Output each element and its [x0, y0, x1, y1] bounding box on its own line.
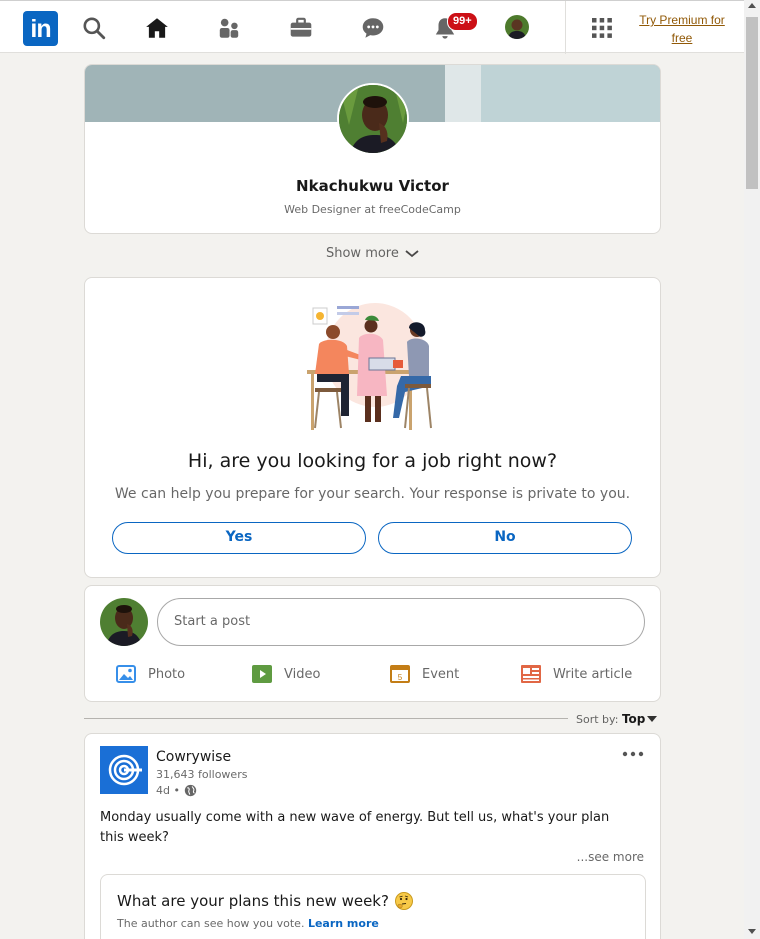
- share-box: Start a post Photo Video 5 Event Write a…: [84, 585, 661, 702]
- sort-caret-down-icon[interactable]: [647, 716, 657, 722]
- messaging-icon[interactable]: [360, 15, 386, 41]
- linkedin-logo[interactable]: in: [23, 11, 58, 46]
- learn-more-link[interactable]: Learn more: [308, 917, 379, 930]
- jobs-icon[interactable]: [288, 15, 314, 41]
- profile-headline: Web Designer at freeCodeCamp: [284, 203, 461, 216]
- thinking-face-icon: [394, 892, 413, 910]
- scroll-down-arrow-icon[interactable]: [748, 929, 756, 934]
- sort-divider: [84, 718, 568, 719]
- globe-icon: [184, 784, 197, 797]
- notification-count-badge: 99+: [447, 12, 478, 31]
- sort-dropdown[interactable]: Sort by: Top: [576, 712, 645, 726]
- job-seeking-prompt-card: Hi, are you looking for a job right now?…: [84, 277, 661, 578]
- video-action[interactable]: Video: [252, 662, 320, 686]
- article-icon: [521, 665, 541, 683]
- event-action[interactable]: 5 Event: [390, 662, 459, 686]
- job-search-illustration: [307, 303, 432, 430]
- svg-text:5: 5: [398, 673, 403, 682]
- nav-divider: [565, 1, 566, 54]
- post-author-name[interactable]: Cowrywise: [156, 749, 231, 765]
- photo-action-label: Photo: [148, 666, 186, 682]
- post-author-followers: 31,643 followers: [156, 768, 248, 781]
- write-article-action[interactable]: Write article: [521, 662, 632, 686]
- company-logo[interactable]: [100, 746, 148, 794]
- no-button[interactable]: No: [378, 522, 632, 554]
- profile-photo[interactable]: [337, 83, 409, 155]
- poll-question-text: What are your plans this new week?: [117, 892, 389, 910]
- poll-question: What are your plans this new week?: [117, 892, 413, 910]
- event-icon: 5: [390, 665, 410, 683]
- me-avatar[interactable]: [505, 15, 529, 39]
- post-time-text: 4d •: [156, 784, 180, 797]
- yes-button[interactable]: Yes: [112, 522, 366, 554]
- see-more-link[interactable]: ...see more: [577, 850, 644, 864]
- poll-card: What are your plans this new week? The a…: [100, 874, 646, 939]
- poll-note-text: The author can see how you vote.: [117, 917, 305, 930]
- profile-card: Nkachukwu Victor Web Designer at freeCod…: [84, 64, 661, 234]
- write-article-action-label: Write article: [553, 666, 633, 682]
- show-more-button[interactable]: Show more: [84, 246, 661, 261]
- event-action-label: Event: [422, 666, 460, 682]
- scroll-up-arrow-icon[interactable]: [748, 3, 756, 8]
- work-apps-grid-icon[interactable]: [592, 18, 612, 38]
- profile-name[interactable]: Nkachukwu Victor: [85, 177, 660, 195]
- home-icon[interactable]: [144, 15, 170, 41]
- share-avatar[interactable]: [100, 598, 148, 646]
- chevron-down-icon: [405, 249, 419, 257]
- video-action-label: Video: [284, 666, 321, 682]
- post-body-text: Monday usually come with a new wave of e…: [100, 810, 610, 845]
- start-post-input[interactable]: Start a post: [157, 598, 645, 646]
- try-premium-link[interactable]: Try Premium for free: [632, 11, 732, 47]
- video-icon: [252, 665, 272, 683]
- sort-label: Sort by:: [576, 713, 619, 726]
- scrollbar-thumb[interactable]: [746, 17, 758, 189]
- search-icon[interactable]: [81, 15, 107, 41]
- photo-action[interactable]: Photo: [116, 662, 185, 686]
- post-timestamp: 4d •: [156, 784, 197, 797]
- job-prompt-title: Hi, are you looking for a job right now?: [187, 450, 558, 472]
- show-more-label: Show more: [325, 246, 399, 261]
- top-nav: in 99+ Try Premium for free: [0, 0, 744, 54]
- feed-post: Cowrywise 31,643 followers 4d • Monday u…: [84, 733, 661, 939]
- sort-value: Top: [621, 712, 646, 726]
- job-prompt-subtitle: We can help you prepare for your search.…: [114, 486, 631, 502]
- photo-icon: [116, 665, 136, 683]
- poll-note: The author can see how you vote. Learn m…: [117, 917, 379, 930]
- my-network-icon[interactable]: [216, 15, 242, 41]
- more-options-icon[interactable]: [621, 746, 645, 762]
